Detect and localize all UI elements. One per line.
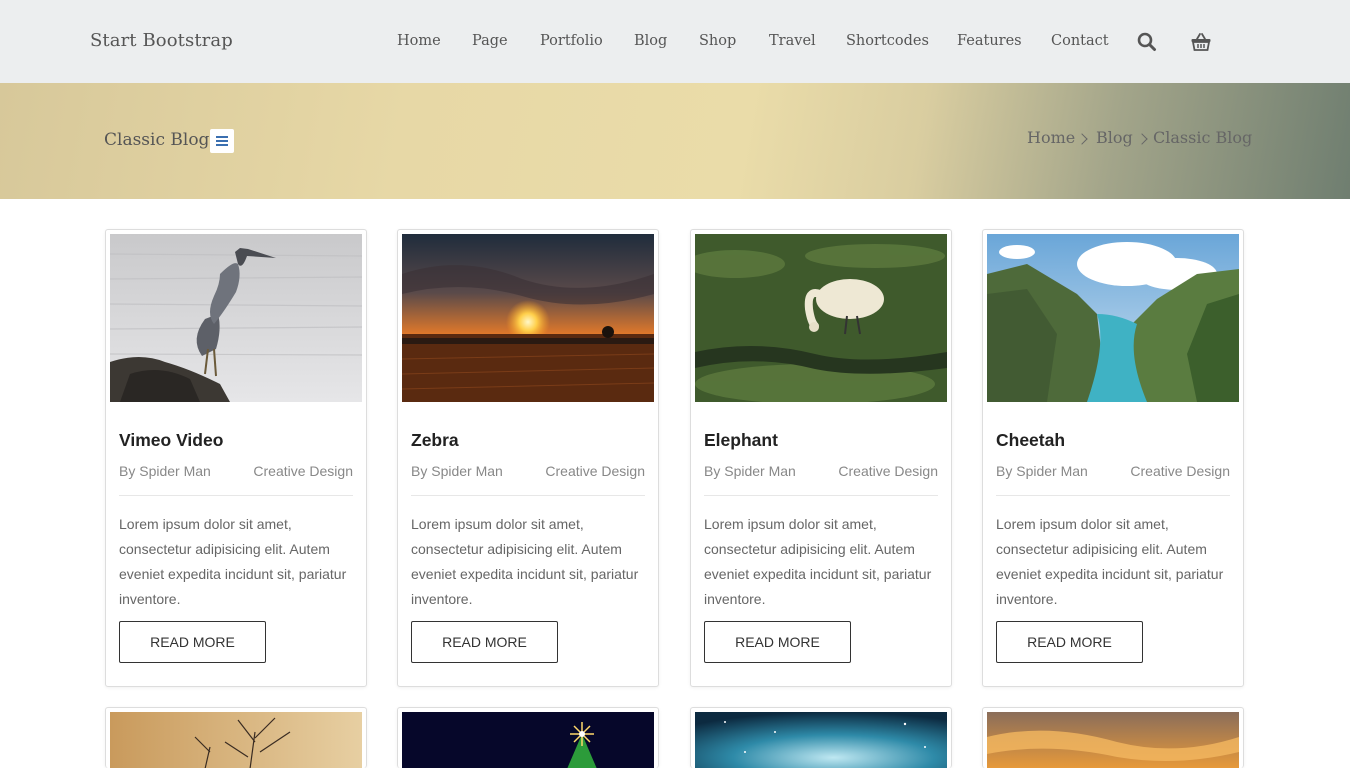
card-image-swan[interactable]: [695, 234, 947, 402]
card-category[interactable]: Creative Design: [838, 463, 938, 479]
card-divider: [411, 495, 645, 496]
card-excerpt: Lorem ipsum dolor sit amet, consectetur …: [119, 516, 347, 607]
read-more-button[interactable]: READ MORE: [704, 621, 851, 663]
read-more-button[interactable]: READ MORE: [411, 621, 558, 663]
shopping-basket-icon[interactable]: [1190, 31, 1212, 53]
card-divider: [996, 495, 1230, 496]
card-image-christmas-tree[interactable]: [402, 712, 654, 768]
nav-shop[interactable]: Shop: [699, 33, 736, 49]
blog-card: Cheetah By Spider Man Creative Design Lo…: [982, 229, 1244, 687]
blog-card: Elephant By Spider Man Creative Design L…: [690, 229, 952, 687]
card-divider: [119, 495, 353, 496]
card-image-winter-sunset[interactable]: [110, 712, 362, 768]
blog-card: [982, 707, 1244, 768]
breadcrumb-blog[interactable]: Blog: [1096, 128, 1133, 147]
nav-travel[interactable]: Travel: [769, 33, 816, 49]
card-author[interactable]: By Spider Man: [996, 463, 1088, 479]
card-image-nebula[interactable]: [695, 712, 947, 768]
nav-page[interactable]: Page: [472, 33, 508, 49]
card-excerpt: Lorem ipsum dolor sit amet, consectetur …: [411, 516, 639, 607]
card-author[interactable]: By Spider Man: [704, 463, 796, 479]
card-excerpt: Lorem ipsum dolor sit amet, consectetur …: [704, 516, 932, 607]
card-image-heron[interactable]: [110, 234, 362, 402]
nav-shortcodes[interactable]: Shortcodes: [846, 33, 929, 49]
blog-card: Zebra By Spider Man Creative Design Lore…: [397, 229, 659, 687]
menu-icon[interactable]: [210, 129, 234, 153]
breadcrumb-home[interactable]: Home: [1027, 128, 1075, 147]
card-title[interactable]: Zebra: [411, 430, 459, 451]
card-image-orange-sky[interactable]: [987, 712, 1239, 768]
page-header-banner: Classic Blog Home Blog Classic Blog: [0, 83, 1350, 199]
card-category[interactable]: Creative Design: [253, 463, 353, 479]
card-author[interactable]: By Spider Man: [119, 463, 211, 479]
read-more-button[interactable]: READ MORE: [996, 621, 1143, 663]
blog-card: [105, 707, 367, 768]
card-excerpt: Lorem ipsum dolor sit amet, consectetur …: [996, 516, 1224, 607]
read-more-button[interactable]: READ MORE: [119, 621, 266, 663]
card-image-sunset[interactable]: [402, 234, 654, 402]
blog-card: Vimeo Video By Spider Man Creative Desig…: [105, 229, 367, 687]
card-image-fjord[interactable]: [987, 234, 1239, 402]
card-title[interactable]: Cheetah: [996, 430, 1065, 451]
nav-features[interactable]: Features: [957, 33, 1022, 49]
nav-portfolio[interactable]: Portfolio: [540, 33, 603, 49]
card-category[interactable]: Creative Design: [1130, 463, 1230, 479]
top-navbar: Start Bootstrap Home Page Portfolio Blog…: [0, 0, 1350, 83]
search-icon[interactable]: [1136, 31, 1158, 53]
nav-home[interactable]: Home: [397, 33, 441, 49]
chevron-right-icon: [1136, 133, 1148, 145]
card-title[interactable]: Vimeo Video: [119, 430, 223, 451]
blog-card: [397, 707, 659, 768]
card-category[interactable]: Creative Design: [545, 463, 645, 479]
card-title[interactable]: Elephant: [704, 430, 778, 451]
card-author[interactable]: By Spider Man: [411, 463, 503, 479]
nav-blog[interactable]: Blog: [634, 33, 667, 49]
page-title: Classic Blog: [104, 130, 210, 150]
blog-card: [690, 707, 952, 768]
chevron-right-icon: [1076, 133, 1088, 145]
breadcrumb-current: Classic Blog: [1153, 128, 1253, 147]
card-divider: [704, 495, 938, 496]
nav-contact[interactable]: Contact: [1051, 33, 1109, 49]
